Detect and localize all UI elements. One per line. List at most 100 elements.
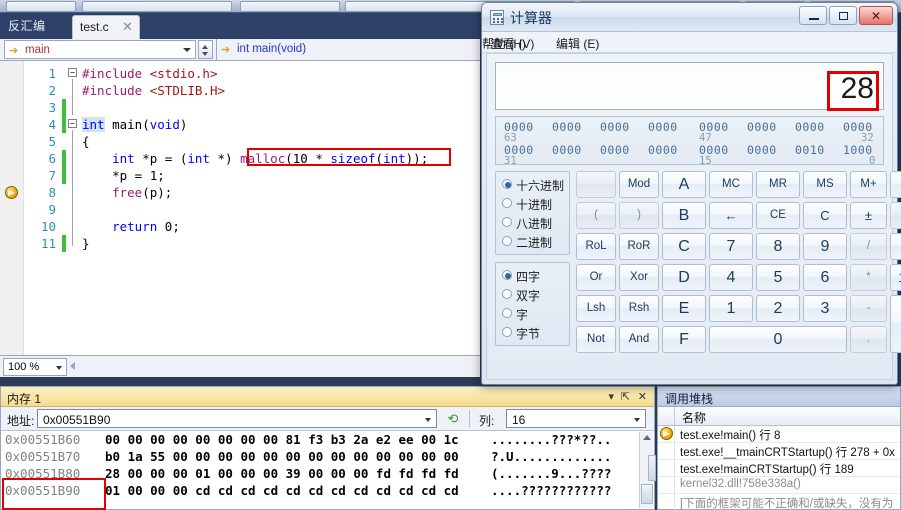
calc-key-x[interactable]: ± — [850, 202, 887, 229]
base-option-2[interactable]: 八进制 — [496, 213, 569, 232]
memory-dump-rows[interactable]: 0x00551B60 00 00 00 00 00 00 00 00 81 f3 … — [1, 431, 654, 509]
calc-key-x[interactable]: ) — [619, 202, 659, 229]
calc-key-ror[interactable]: RoR — [619, 233, 659, 260]
calc-key-4[interactable]: 4 — [709, 264, 753, 291]
calc-key-0[interactable]: 0 — [709, 326, 847, 353]
toolbar-segment[interactable] — [82, 1, 232, 12]
close-button[interactable]: ✕ — [859, 6, 893, 25]
calc-key-1[interactable]: 1 — [709, 295, 753, 322]
base-option-3[interactable]: 二进制 — [496, 232, 569, 251]
bit-nibble[interactable]: 0000 — [600, 120, 630, 134]
callstack-row[interactable]: test.exe!main() 行 8 — [658, 426, 900, 443]
calc-key-mc[interactable]: MC — [709, 171, 753, 198]
bit-nibble[interactable]: 0010 — [795, 143, 825, 157]
word-option-3[interactable]: 字节 — [496, 323, 569, 342]
panel-splitter[interactable] — [648, 455, 656, 481]
calc-key-f[interactable]: F — [662, 326, 706, 353]
nav-spinner[interactable] — [198, 40, 213, 59]
calc-key-d[interactable]: D — [662, 264, 706, 291]
calc-key-lsh[interactable]: Lsh — [576, 295, 616, 322]
memory-row[interactable]: 0x00551B80 28 00 00 00 01 00 00 00 39 00 … — [1, 465, 654, 482]
columns-input[interactable]: 16 — [506, 409, 646, 428]
chevron-down-icon[interactable]: ▾ — [608, 390, 614, 403]
menu-help[interactable]: 帮助 (H) — [482, 35, 526, 52]
calc-key-ms[interactable]: MS — [803, 171, 847, 198]
calc-key-b[interactable]: B — [662, 202, 706, 229]
calculator-title-bar[interactable]: 计算器 ✕ — [482, 3, 897, 32]
calc-key-not[interactable]: Not — [576, 326, 616, 353]
bit-nibble[interactable]: 0000 — [747, 120, 777, 134]
minimize-button[interactable] — [799, 6, 827, 25]
pin-icon[interactable]: ⇱ — [621, 390, 630, 403]
fold-toggle-icon[interactable]: − — [68, 119, 77, 128]
word-option-0[interactable]: 四字 — [496, 266, 569, 285]
calc-key-and[interactable]: And — [619, 326, 659, 353]
fold-toggle-icon[interactable]: − — [68, 68, 77, 77]
bit-nibble[interactable]: 0000 — [600, 143, 630, 157]
bit-nibble[interactable]: 0000 — [648, 143, 678, 157]
scrollbar-thumb[interactable] — [641, 484, 653, 504]
bit-nibble[interactable]: 0000 — [747, 143, 777, 157]
scope-dropdown[interactable]: ➔ main — [4, 40, 196, 59]
refresh-icon[interactable]: ⟲ — [442, 410, 464, 428]
calc-key-or[interactable]: Or — [576, 264, 616, 291]
calc-key-xor[interactable]: Xor — [619, 264, 659, 291]
calc-key--[interactable]: - — [850, 295, 887, 322]
calc-key-c[interactable]: C — [803, 202, 847, 229]
calc-key-x[interactable]: √ — [890, 202, 901, 229]
close-icon[interactable]: ✕ — [638, 390, 647, 403]
callstack-row[interactable]: test.exe!mainCRTStartup() 行 189 — [658, 460, 900, 477]
calc-key-9[interactable]: 9 — [803, 233, 847, 260]
calc-key-c[interactable]: C — [662, 233, 706, 260]
calc-key-x[interactable]: ← — [709, 202, 753, 229]
calc-key-mr[interactable]: MR — [756, 171, 800, 198]
calc-key-7[interactable]: 7 — [709, 233, 753, 260]
memory-row[interactable]: 0x00551B60 00 00 00 00 00 00 00 00 81 f3 … — [1, 431, 654, 448]
word-size-radio-group[interactable]: 四字 双字字字节 — [495, 262, 570, 346]
zoom-dropdown[interactable]: 100 % — [3, 358, 67, 376]
number-base-radio-group[interactable]: 十六进制 十进制 八进制 二进制 — [495, 171, 570, 255]
tab-disassembly[interactable]: 反汇编 — [8, 17, 46, 34]
bit-nibble[interactable]: 0000 — [795, 120, 825, 134]
calc-key-1/x[interactable]: 1/x — [890, 264, 901, 291]
bit-nibble[interactable]: 0000 — [648, 120, 678, 134]
word-option-1[interactable]: 双字 — [496, 285, 569, 304]
editor-gutter[interactable] — [0, 61, 24, 355]
memory-row[interactable]: 0x00551B70 b0 1a 55 00 00 00 00 00 00 00 … — [1, 448, 654, 465]
function-dropdown[interactable]: ➔ int main(void) — [218, 40, 478, 59]
calc-key-/[interactable]: / — [850, 233, 887, 260]
base-option-0[interactable]: 十六进制 — [496, 175, 569, 194]
toolbar-segment[interactable] — [6, 1, 76, 12]
word-option-2[interactable]: 字 — [496, 304, 569, 323]
bit-nibble[interactable]: 0000 — [552, 120, 582, 134]
calculator-bit-grid[interactable]: 0000 0000 0000 0000 0000 0000 0000 0000 0000 0000… — [495, 116, 884, 167]
calc-key-a[interactable]: A — [662, 171, 706, 198]
menu-edit[interactable]: 编辑 (E) — [556, 35, 599, 52]
callstack-rows[interactable]: test.exe!main() 行 8 test.exe!__tmainCRTSt… — [658, 426, 900, 510]
calc-key-.[interactable]: . — [850, 326, 887, 353]
calc-key-e[interactable]: E — [662, 295, 706, 322]
calc-key-2[interactable]: 2 — [756, 295, 800, 322]
callstack-row[interactable]: [下面的框架可能不正确和/或缺失，没有为 — [658, 494, 900, 510]
address-input[interactable]: 0x00551B90 — [37, 409, 437, 428]
calc-key-blank[interactable] — [576, 171, 616, 198]
base-option-1[interactable]: 十进制 — [496, 194, 569, 213]
memory-row[interactable]: 0x00551B90 01 00 00 00 cd cd cd cd cd cd … — [1, 482, 654, 499]
calc-key-8[interactable]: 8 — [756, 233, 800, 260]
calc-key-m-[interactable]: M- — [890, 171, 901, 198]
scroll-up-icon[interactable] — [643, 435, 651, 440]
calc-key-6[interactable]: 6 — [803, 264, 847, 291]
tab-test-c[interactable]: test.c ✕ — [72, 15, 140, 39]
calc-key-x[interactable]: % — [890, 233, 901, 260]
calc-key-equals[interactable]: = — [890, 295, 901, 353]
code-editor[interactable]: 1− #include <stdio.h> 2 #include <STDLIB.H>… — [0, 61, 480, 355]
calc-key-ce[interactable]: CE — [756, 202, 800, 229]
close-icon[interactable]: ✕ — [122, 19, 133, 35]
callstack-row[interactable]: kernel32.dll!758e338a() — [658, 477, 900, 494]
calc-key-3[interactable]: 3 — [803, 295, 847, 322]
calc-key-*[interactable]: * — [850, 264, 887, 291]
calc-key-m+[interactable]: M+ — [850, 171, 887, 198]
toolbar-segment[interactable] — [240, 1, 340, 12]
maximize-button[interactable] — [829, 6, 857, 25]
callstack-row[interactable]: test.exe!__tmainCRTStartup() 行 278 + 0x — [658, 443, 900, 460]
